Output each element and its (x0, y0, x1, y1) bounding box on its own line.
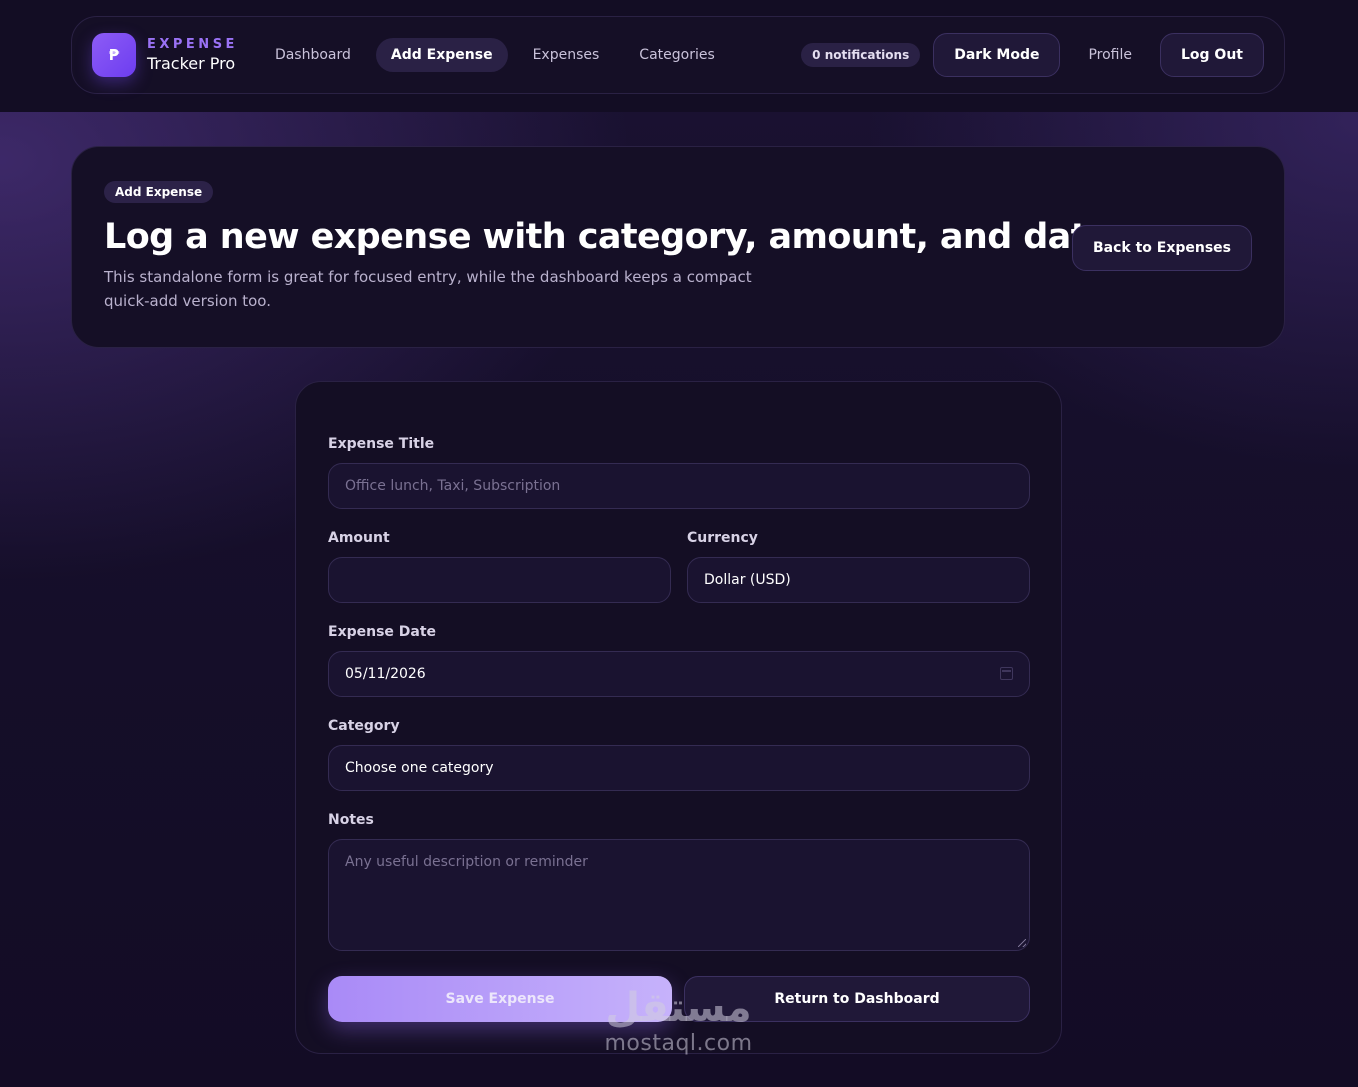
brand[interactable]: EXPENSE Tracker Pro (147, 36, 238, 73)
page-badge: Add Expense (104, 181, 214, 203)
expense-date-label: Expense Date (328, 624, 437, 640)
calendar-icon[interactable] (1000, 667, 1013, 680)
currency-select[interactable]: Dollar (USD) (687, 557, 1030, 603)
hero-card: Add Expense Log a new expense with categ… (71, 146, 1285, 348)
page-description: This standalone form is great for focuse… (104, 268, 752, 310)
currency-label: Currency (687, 530, 758, 546)
expense-title-placeholder: Office lunch, Taxi, Subscription (345, 478, 561, 494)
amount-label: Amount (328, 530, 390, 546)
navbar: ₱ EXPENSE Tracker Pro Dashboard Add Expe… (71, 16, 1285, 94)
dark-mode-button[interactable]: Dark Mode (933, 33, 1061, 77)
brand-top: EXPENSE (147, 36, 238, 52)
profile-link[interactable]: Profile (1060, 47, 1160, 63)
nav-links: Dashboard Add Expense Expenses Categorie… (260, 38, 740, 72)
expense-date-input[interactable]: 05/11/2026 (328, 651, 1030, 697)
brand-bottom: Tracker Pro (147, 53, 236, 73)
expense-date-value: 05/11/2026 (345, 666, 426, 682)
currency-value: Dollar (USD) (704, 572, 791, 588)
expense-title-label: Expense Title (328, 436, 435, 452)
category-label: Category (328, 718, 400, 734)
amount-input[interactable] (328, 557, 671, 603)
back-to-expenses-button[interactable]: Back to Expenses (1071, 225, 1252, 271)
expense-title-input[interactable]: Office lunch, Taxi, Subscription (328, 463, 1030, 509)
nav-link-categories[interactable]: Categories (624, 38, 729, 72)
notes-label: Notes (328, 812, 374, 828)
nav-right: 0 notifications Dark Mode Profile Log Ou… (801, 33, 1264, 77)
logout-button[interactable]: Log Out (1160, 33, 1264, 77)
resize-handle-icon[interactable] (1018, 939, 1026, 947)
nav-link-expenses[interactable]: Expenses (518, 38, 615, 72)
category-select[interactable]: Choose one category (328, 745, 1030, 791)
nav-link-add-expense[interactable]: Add Expense (375, 38, 508, 72)
expense-form: Expense Title Office lunch, Taxi, Subscr… (295, 381, 1062, 1054)
logo-icon[interactable]: ₱ (92, 33, 136, 77)
category-value: Choose one category (345, 760, 494, 776)
watermark-latin: mostaql.com (604, 1031, 753, 1056)
nav-link-dashboard[interactable]: Dashboard (260, 38, 366, 72)
watermark-logo: مستقل mostaql.com (596, 984, 761, 1056)
watermark-arabic: مستقل (605, 985, 752, 1031)
notifications-badge[interactable]: 0 notifications (801, 43, 921, 67)
notes-textarea[interactable]: Any useful description or reminder (328, 839, 1030, 951)
notes-placeholder: Any useful description or reminder (345, 854, 588, 870)
